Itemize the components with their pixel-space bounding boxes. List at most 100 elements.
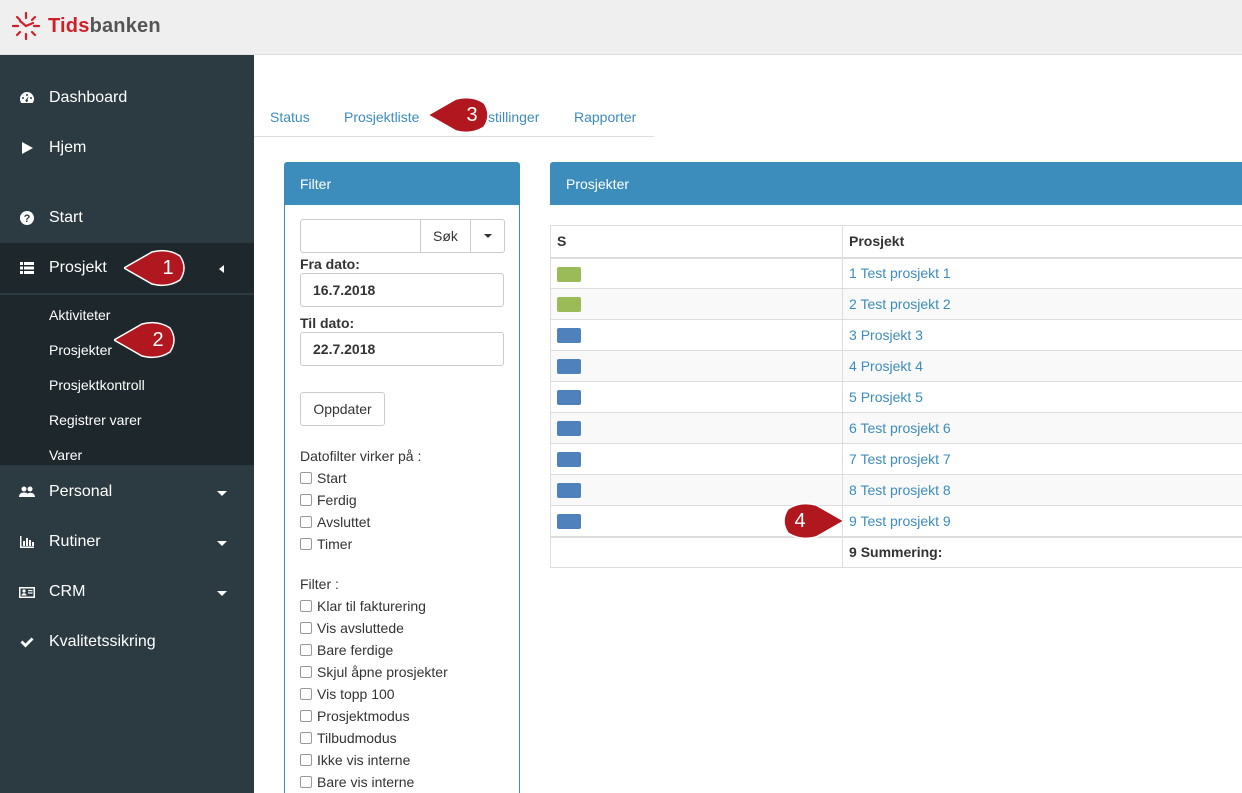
- project-number: 8: [849, 482, 857, 498]
- checkbox-row[interactable]: Ferdig: [300, 492, 357, 508]
- projects-panel-title: Prosjekter: [550, 162, 1242, 205]
- table-row[interactable]: 7 Test prosjekt 7: [550, 443, 1242, 475]
- checkbox[interactable]: [300, 516, 312, 528]
- submenu-item-registrer-varer[interactable]: Registrer varer: [49, 412, 142, 428]
- sidebar-item-rutiner[interactable]: Rutiner: [0, 517, 254, 567]
- from-date-input[interactable]: [300, 273, 504, 307]
- filter-label: Filter :: [300, 576, 339, 592]
- table-row[interactable]: 5 Prosjekt 5: [550, 381, 1242, 413]
- checkbox-row[interactable]: Avsluttet: [300, 514, 370, 530]
- sidebar-item-hjem[interactable]: Hjem: [0, 123, 254, 173]
- table-row[interactable]: 8 Test prosjekt 8: [550, 474, 1242, 506]
- id-card-icon: [18, 583, 36, 601]
- project-number: 2: [849, 296, 857, 312]
- checkbox[interactable]: [300, 732, 312, 744]
- checkbox-row[interactable]: Skjul åpne prosjekter: [300, 664, 448, 680]
- checkbox-label: Start: [317, 470, 347, 486]
- checkbox[interactable]: [300, 494, 312, 506]
- tab-prosjektliste[interactable]: Prosjektliste: [344, 109, 419, 125]
- sidebar-item-personal[interactable]: Personal: [0, 467, 254, 517]
- project-link[interactable]: 2 Test prosjekt 2: [849, 296, 951, 312]
- checkbox[interactable]: [300, 688, 312, 700]
- logo-text-part1: Tids: [48, 14, 90, 37]
- sidebar-item-dashboard[interactable]: Dashboard: [0, 73, 254, 123]
- to-date-input[interactable]: [300, 332, 504, 366]
- column-header-status[interactable]: S: [550, 225, 843, 259]
- summary-label: Summering:: [860, 544, 943, 561]
- submenu-item-prosjekter[interactable]: Prosjekter: [49, 342, 112, 358]
- project-number: 6: [849, 420, 857, 436]
- project-link[interactable]: 4 Prosjekt 4: [849, 358, 923, 374]
- project-link[interactable]: 7 Test prosjekt 7: [849, 451, 951, 467]
- project-cell: 1 Test prosjekt 1: [842, 257, 1242, 289]
- top-bar: Tidsbanken: [0, 0, 1242, 55]
- sidebar-item-crm[interactable]: CRM: [0, 567, 254, 617]
- callout-number: 4: [794, 510, 806, 532]
- table-row[interactable]: 3 Prosjekt 3: [550, 319, 1242, 351]
- checkbox[interactable]: [300, 538, 312, 550]
- logo[interactable]: Tidsbanken: [10, 10, 161, 42]
- checkbox[interactable]: [300, 622, 312, 634]
- update-button[interactable]: Oppdater: [300, 392, 385, 426]
- checkbox-label: Timer: [317, 536, 353, 552]
- status-cell: [550, 443, 843, 475]
- checkbox[interactable]: [300, 710, 312, 722]
- project-link[interactable]: 6 Test prosjekt 6: [849, 420, 951, 436]
- sidebar-item-start[interactable]: ? Start: [0, 193, 254, 243]
- project-cell: 2 Test prosjekt 2: [842, 288, 1242, 320]
- checkbox-row[interactable]: Prosjektmodus: [300, 708, 410, 724]
- checkbox[interactable]: [300, 754, 312, 766]
- checkbox-label: Vis avsluttede: [317, 620, 404, 636]
- project-link[interactable]: 8 Test prosjekt 8: [849, 482, 951, 498]
- submenu-item-aktiviteter[interactable]: Aktiviteter: [49, 307, 110, 323]
- status-cell: [550, 350, 843, 382]
- checkbox-row[interactable]: Tilbudmodus: [300, 730, 397, 746]
- checkbox-label: Ferdig: [317, 492, 357, 508]
- checkbox[interactable]: [300, 472, 312, 484]
- table-row[interactable]: 9 Test prosjekt 9: [550, 505, 1242, 537]
- summary-empty-cell: [550, 535, 843, 568]
- column-header-project[interactable]: Prosjekt: [842, 225, 1242, 259]
- question-icon: ?: [18, 209, 36, 227]
- checkbox-row[interactable]: Start: [300, 470, 347, 486]
- table-row[interactable]: 4 Prosjekt 4: [550, 350, 1242, 382]
- project-name: Test prosjekt 9: [860, 512, 951, 529]
- project-link[interactable]: 5 Prosjekt 5: [849, 389, 923, 405]
- checkbox-row[interactable]: Klar til fakturering: [300, 598, 426, 614]
- summary-row: 9 Summering:: [550, 535, 1242, 568]
- project-number: 4: [849, 358, 857, 374]
- project-link[interactable]: 3 Prosjekt 3: [849, 327, 923, 343]
- checkbox-row[interactable]: Vis topp 100: [300, 686, 395, 702]
- table-row[interactable]: 6 Test prosjekt 6: [550, 412, 1242, 444]
- search-dropdown-button[interactable]: [471, 219, 505, 253]
- checkbox-row[interactable]: Bare ferdige: [300, 642, 393, 658]
- tab-status[interactable]: Status: [270, 109, 310, 125]
- search-input[interactable]: [300, 219, 421, 253]
- submenu-item-prosjektkontroll[interactable]: Prosjektkontroll: [49, 377, 145, 393]
- project-link[interactable]: 9 Test prosjekt 9: [849, 513, 951, 529]
- submenu-item-varer[interactable]: Varer: [49, 447, 82, 463]
- checkbox[interactable]: [300, 600, 312, 612]
- checkbox-row[interactable]: Ikke vis interne: [300, 752, 410, 768]
- checkbox-row[interactable]: Bare vis interne: [300, 774, 414, 790]
- checkbox[interactable]: [300, 644, 312, 656]
- project-link[interactable]: 1 Test prosjekt 1: [849, 265, 951, 281]
- sidebar-item-kvalitetssikring[interactable]: Kvalitetssikring: [0, 617, 254, 667]
- tab-rapporter[interactable]: Rapporter: [574, 109, 636, 125]
- list-icon: [18, 259, 36, 277]
- checkbox-row[interactable]: Vis avsluttede: [300, 620, 404, 636]
- search-button[interactable]: Søk: [421, 219, 471, 253]
- checkbox[interactable]: [300, 776, 312, 788]
- project-cell: 4 Prosjekt 4: [842, 350, 1242, 382]
- project-cell: 8 Test prosjekt 8: [842, 474, 1242, 506]
- table-row[interactable]: 1 Test prosjekt 1: [550, 257, 1242, 289]
- table-row[interactable]: 2 Test prosjekt 2: [550, 288, 1242, 320]
- check-icon: [18, 633, 36, 651]
- checkbox-row[interactable]: Timer: [300, 536, 352, 552]
- tab-stillinger[interactable]: stillinger: [488, 109, 539, 125]
- project-cell: 6 Test prosjekt 6: [842, 412, 1242, 444]
- checkbox[interactable]: [300, 666, 312, 678]
- summary-count: 9: [849, 544, 857, 561]
- from-date-label: Fra dato:: [300, 256, 360, 272]
- caret-down-icon: [216, 536, 228, 554]
